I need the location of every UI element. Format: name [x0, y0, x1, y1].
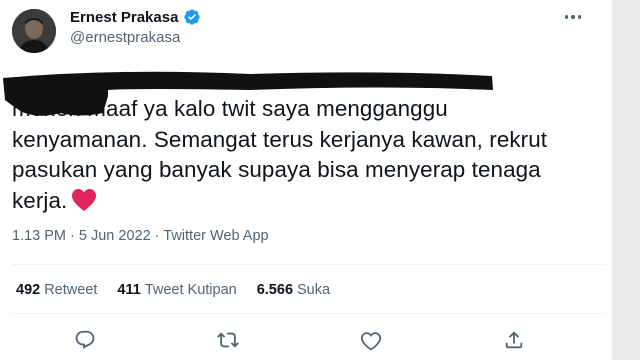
- retweet-count[interactable]: 492 Retweet: [16, 282, 97, 298]
- quote-count-label: Tweet Kutipan: [144, 282, 237, 298]
- retweet-count-label: Retweet: [44, 282, 98, 298]
- reply-icon[interactable]: [70, 325, 100, 355]
- like-count-label: Suka: [297, 282, 331, 298]
- like-count-value: 6.566: [256, 282, 294, 298]
- retweet-icon[interactable]: [213, 325, 243, 355]
- retweet-count-value: 492: [16, 282, 41, 298]
- background-strip: [612, 0, 640, 360]
- divider: [12, 264, 606, 265]
- like-count[interactable]: 6.566 Suka: [257, 282, 330, 298]
- tweet-card: Ernest Prakasa @ernestprakasa mohon maaf…: [0, 0, 612, 360]
- like-icon[interactable]: [356, 325, 386, 355]
- share-icon[interactable]: [499, 325, 529, 355]
- author-name-row: Ernest Prakasa: [70, 8, 201, 26]
- verified-badge-icon: [183, 8, 201, 26]
- display-name[interactable]: Ernest Prakasa: [70, 9, 178, 26]
- tweet-actions: [0, 325, 612, 355]
- red-heart-emoji-icon: [71, 188, 97, 212]
- tweet-timestamp[interactable]: 1.13 PM · 5 Jun 2022 · Twitter Web App: [12, 228, 269, 244]
- tweet-stats: 492 Retweet 411 Tweet Kutipan 6.566 Suka: [16, 282, 330, 298]
- redaction-scribble: [0, 66, 500, 126]
- divider: [12, 313, 606, 314]
- author-handle[interactable]: @ernestprakasa: [70, 29, 180, 46]
- quote-count[interactable]: 411 Tweet Kutipan: [117, 282, 236, 298]
- avatar[interactable]: [12, 9, 56, 53]
- quote-count-value: 411: [117, 282, 141, 298]
- more-icon[interactable]: [563, 9, 583, 25]
